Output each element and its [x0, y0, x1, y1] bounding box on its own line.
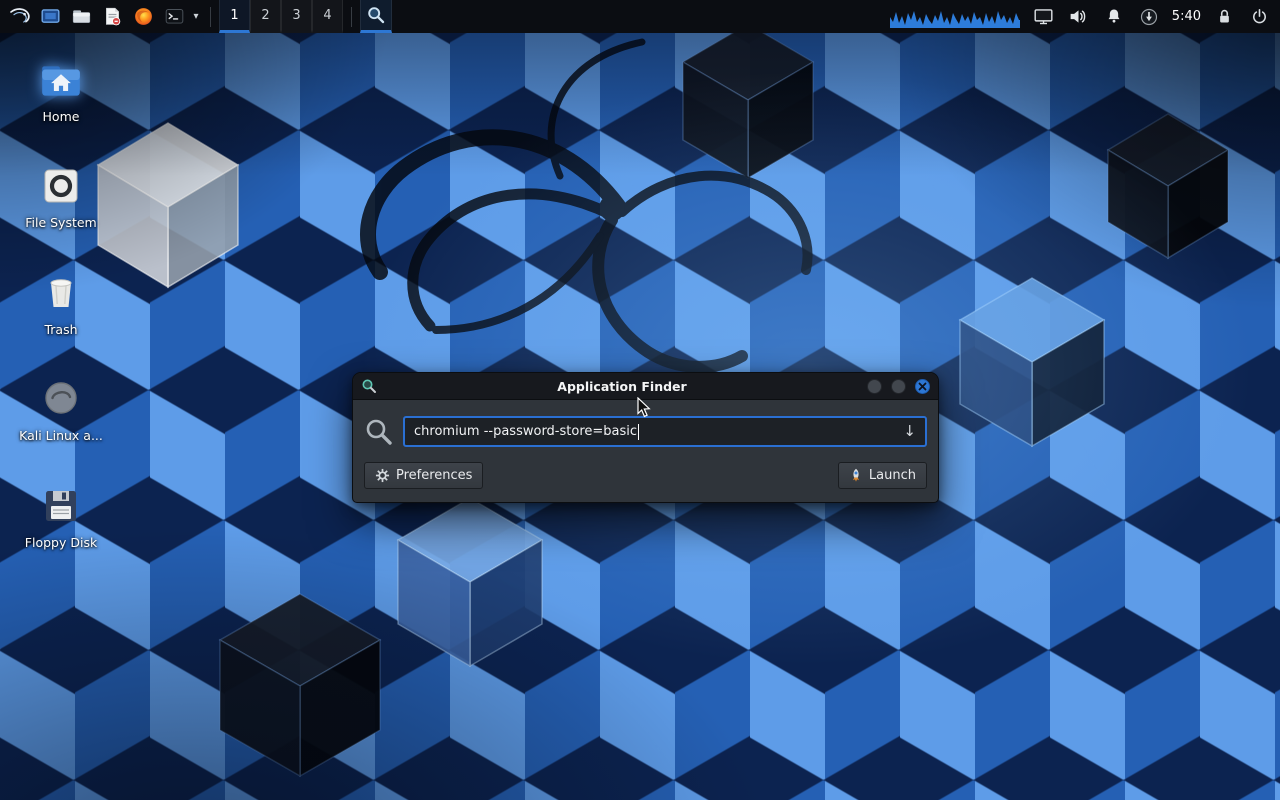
- chevron-down-icon[interactable]: ▾: [190, 11, 202, 22]
- notifications-icon[interactable]: [1102, 0, 1126, 33]
- glass-cube-light: [398, 498, 542, 666]
- search-icon: [366, 5, 386, 25]
- kali-logo-icon: [8, 5, 32, 29]
- monitor-icon: [1033, 6, 1054, 27]
- home-folder-icon: [37, 56, 85, 104]
- glass-cube-white: [98, 123, 238, 287]
- workspace-button-2[interactable]: 2: [250, 0, 281, 33]
- desktop-screen: ▾ 1 2 3 4: [0, 0, 1280, 800]
- file-manager-launcher[interactable]: [66, 0, 97, 33]
- terminal-launcher[interactable]: [159, 0, 190, 33]
- glass-cube-dark-3: [1108, 114, 1228, 258]
- preferences-label: Preferences: [396, 468, 472, 483]
- show-desktop-button[interactable]: [35, 0, 66, 33]
- workspace-label: 2: [261, 8, 269, 23]
- search-icon: [364, 417, 394, 447]
- desktop-icon-label: Trash: [44, 323, 77, 337]
- workspace-button-3[interactable]: 3: [281, 0, 312, 33]
- search-row: chromium --password-store=basic ↓: [364, 416, 927, 447]
- workspace-button-1[interactable]: 1: [219, 0, 250, 33]
- screen-lock-icon[interactable]: [1212, 0, 1236, 33]
- close-button[interactable]: [915, 379, 930, 394]
- bell-icon: [1104, 7, 1124, 27]
- button-row: Preferences Launch: [364, 462, 927, 489]
- workspace-label: 3: [292, 8, 300, 23]
- workspace-switcher: 1 2 3 4: [219, 0, 343, 33]
- titlebar[interactable]: Application Finder: [353, 373, 938, 400]
- cpu-graph-bars: [889, 8, 1021, 28]
- glass-cube-dark-2: [220, 594, 380, 776]
- application-finder-icon: [361, 378, 377, 394]
- download-circle-icon: [1139, 7, 1159, 27]
- panel-separator: [210, 7, 211, 27]
- dropdown-arrow-icon[interactable]: ↓: [903, 424, 916, 439]
- maximize-button[interactable]: [891, 379, 906, 394]
- search-query-text: chromium --password-store=basic: [414, 424, 637, 439]
- terminal-icon: [164, 6, 185, 27]
- launch-button[interactable]: Launch: [838, 462, 927, 489]
- logout-icon[interactable]: [1247, 0, 1271, 33]
- kali-menu-button[interactable]: [4, 0, 35, 33]
- desktop-icon-home[interactable]: Home: [17, 56, 105, 124]
- desktop-icon-kali-linux[interactable]: Kali Linux a...: [17, 375, 105, 443]
- workspace-button-4[interactable]: 4: [312, 0, 343, 33]
- file-system-drive-icon: [37, 162, 85, 210]
- application-finder-window: Application Finder chromium --password: [352, 372, 939, 503]
- desktop-icon-label: Kali Linux a...: [19, 429, 103, 443]
- panel-separator: [351, 7, 352, 27]
- power-icon: [1250, 7, 1269, 26]
- desktop-icon-file-system[interactable]: File System: [17, 162, 105, 230]
- cpu-graph[interactable]: [889, 6, 1021, 28]
- updates-icon[interactable]: [1137, 0, 1161, 33]
- firefox-icon: [133, 6, 154, 27]
- close-icon: [918, 382, 927, 391]
- search-input[interactable]: chromium --password-store=basic ↓: [403, 416, 927, 447]
- glass-cube-blue: [960, 278, 1104, 446]
- workspace-label: 4: [323, 8, 331, 23]
- panel-left: ▾ 1 2 3 4: [0, 0, 392, 33]
- desktop-icon-label: Floppy Disk: [25, 536, 97, 550]
- speaker-icon: [1068, 6, 1089, 27]
- text-editor-launcher[interactable]: [97, 0, 128, 33]
- window-buttons: [867, 379, 930, 394]
- window-icon: [40, 6, 61, 27]
- window-body: chromium --password-store=basic ↓: [353, 400, 938, 502]
- window-title: Application Finder: [383, 379, 861, 394]
- launch-icon: [849, 468, 863, 483]
- lock-icon: [1215, 7, 1234, 26]
- workspace-label: 1: [230, 8, 238, 23]
- document-icon: [102, 6, 123, 27]
- kali-disc-icon: [37, 375, 85, 423]
- gear-icon: [375, 468, 390, 483]
- launch-label: Launch: [869, 468, 916, 483]
- minimize-button[interactable]: [867, 379, 882, 394]
- desktop-icon-trash[interactable]: Trash: [17, 269, 105, 337]
- clock[interactable]: 5:40: [1172, 9, 1201, 24]
- trash-icon: [37, 269, 85, 317]
- desktop-icon-floppy-disk[interactable]: Floppy Disk: [17, 482, 105, 550]
- glass-cube-dark-1: [683, 24, 813, 178]
- display-settings-icon[interactable]: [1032, 0, 1056, 33]
- folder-icon: [71, 6, 92, 27]
- firefox-launcher[interactable]: [128, 0, 159, 33]
- desktop-icon-list: Home File System Trash: [17, 56, 105, 550]
- desktop-icon-label: Home: [43, 110, 80, 124]
- panel-right: 5:40: [889, 0, 1280, 33]
- top-panel: ▾ 1 2 3 4: [0, 0, 1280, 33]
- preferences-button[interactable]: Preferences: [364, 462, 483, 489]
- desktop-icon-label: File System: [25, 216, 97, 230]
- volume-icon[interactable]: [1067, 0, 1091, 33]
- text-caret: [638, 424, 639, 440]
- floppy-disk-icon: [37, 482, 85, 530]
- taskbar-application-finder[interactable]: [360, 0, 392, 33]
